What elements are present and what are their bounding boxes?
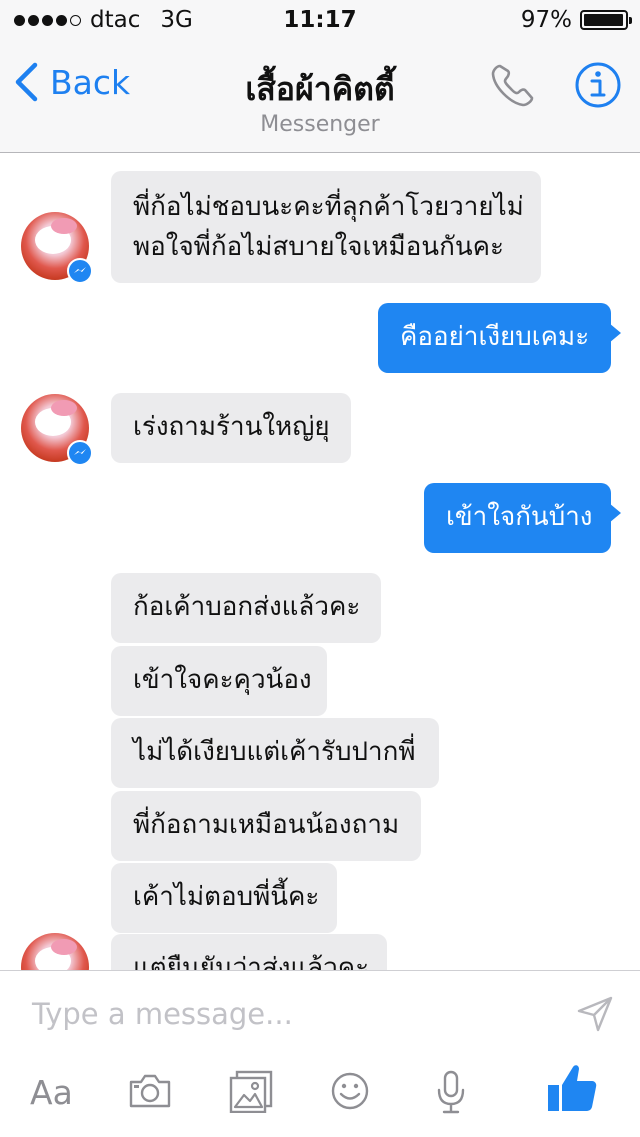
conversation-subtitle: Messenger xyxy=(260,112,380,137)
camera-icon xyxy=(129,1074,171,1108)
conversation-title: เสื้อผ้าคิตตี้ xyxy=(245,70,395,108)
message-text: พี่ก้อถามเหมือนน้องถาม xyxy=(133,810,400,840)
call-button[interactable] xyxy=(490,62,536,112)
messenger-badge-icon xyxy=(67,258,93,284)
message-text: พอใจพี่ก้อไม่สบายใจเหมือนกันคะ xyxy=(133,232,504,262)
voice-button[interactable] xyxy=(436,1069,466,1119)
photo-icon xyxy=(229,1070,273,1114)
battery-percent: 97% xyxy=(520,7,572,33)
sender-avatar[interactable] xyxy=(21,212,93,284)
send-icon xyxy=(577,996,613,1032)
message-bubble-incoming[interactable]: เข้าใจคะคุวน้อง xyxy=(111,646,327,716)
message-text: แต่ยืนยันว่าส่งแล้วคะ xyxy=(133,953,370,970)
message-bubble-incoming[interactable]: แต่ยืนยันว่าส่งแล้วคะ xyxy=(111,934,387,970)
smiley-icon xyxy=(331,1072,369,1110)
message-bubble-incoming[interactable]: ไม่ได้เงียบแต่เค้ารับปากพี่ xyxy=(111,718,439,788)
sender-avatar[interactable] xyxy=(21,933,89,970)
battery-status: 97% xyxy=(520,7,632,33)
message-bubble-outgoing[interactable]: เข้าใจกันบ้าง xyxy=(424,483,621,553)
message-bubble-incoming[interactable]: พี่ก้อไม่ชอบนะคะที่ลุกค้าโวยวายไม่ พอใจพ… xyxy=(111,171,541,283)
microphone-icon xyxy=(437,1070,465,1114)
navigation-bar: Back เสื้อผ้าคิตตี้ Messenger xyxy=(0,40,640,153)
status-bar: dtac 3G 11:17 97% xyxy=(0,0,640,40)
message-text: พี่ก้อไม่ชอบนะคะที่ลุกค้าโวยวายไม่ xyxy=(133,192,524,222)
message-bubble-outgoing[interactable]: คืออย่าเงียบเคมะ xyxy=(378,303,621,373)
info-button[interactable] xyxy=(574,61,622,113)
text-style-button[interactable]: Aa xyxy=(30,1073,73,1112)
message-text: คืออย่าเงียบเคมะ xyxy=(400,322,590,352)
message-text: เร่งถามร้านใหญ่ยุ xyxy=(133,412,330,442)
message-bubble-incoming[interactable]: เร่งถามร้านใหญ่ยุ xyxy=(111,393,351,463)
send-button[interactable] xyxy=(576,995,614,1037)
message-bubble-incoming[interactable]: ก้อเค้าบอกส่งแล้วคะ xyxy=(111,573,381,643)
message-input[interactable]: Type a message... xyxy=(32,997,293,1031)
photo-gallery-button[interactable] xyxy=(229,1069,273,1117)
message-text: เค้าไม่ตอบพี่นี้คะ xyxy=(133,882,320,912)
phone-icon xyxy=(491,64,534,107)
message-text: ไม่ได้เงียบแต่เค้ารับปากพี่ xyxy=(133,737,416,767)
like-button[interactable] xyxy=(546,1063,598,1117)
camera-button[interactable] xyxy=(128,1073,172,1113)
message-bubble-incoming[interactable]: พี่ก้อถามเหมือนน้องถาม xyxy=(111,791,421,861)
sender-avatar[interactable] xyxy=(21,394,93,466)
message-text: ก้อเค้าบอกส่งแล้วคะ xyxy=(133,592,361,622)
sticker-button[interactable] xyxy=(330,1071,370,1115)
message-text: เข้าใจกันบ้าง xyxy=(446,502,593,532)
messenger-badge-icon xyxy=(67,440,93,466)
composer-toolbar: Aa xyxy=(0,1065,640,1129)
message-thread[interactable]: พี่ก้อไม่ชอบนะคะที่ลุกค้าโวยวายไม่ พอใจพ… xyxy=(0,153,640,970)
info-icon xyxy=(575,62,621,108)
message-composer: Type a message... Aa xyxy=(0,970,640,1137)
message-text: เข้าใจคะคุวน้อง xyxy=(133,665,312,695)
message-bubble-incoming[interactable]: เค้าไม่ตอบพี่นี้คะ xyxy=(111,863,337,933)
battery-icon xyxy=(580,10,632,30)
thumbs-up-icon xyxy=(548,1065,597,1111)
